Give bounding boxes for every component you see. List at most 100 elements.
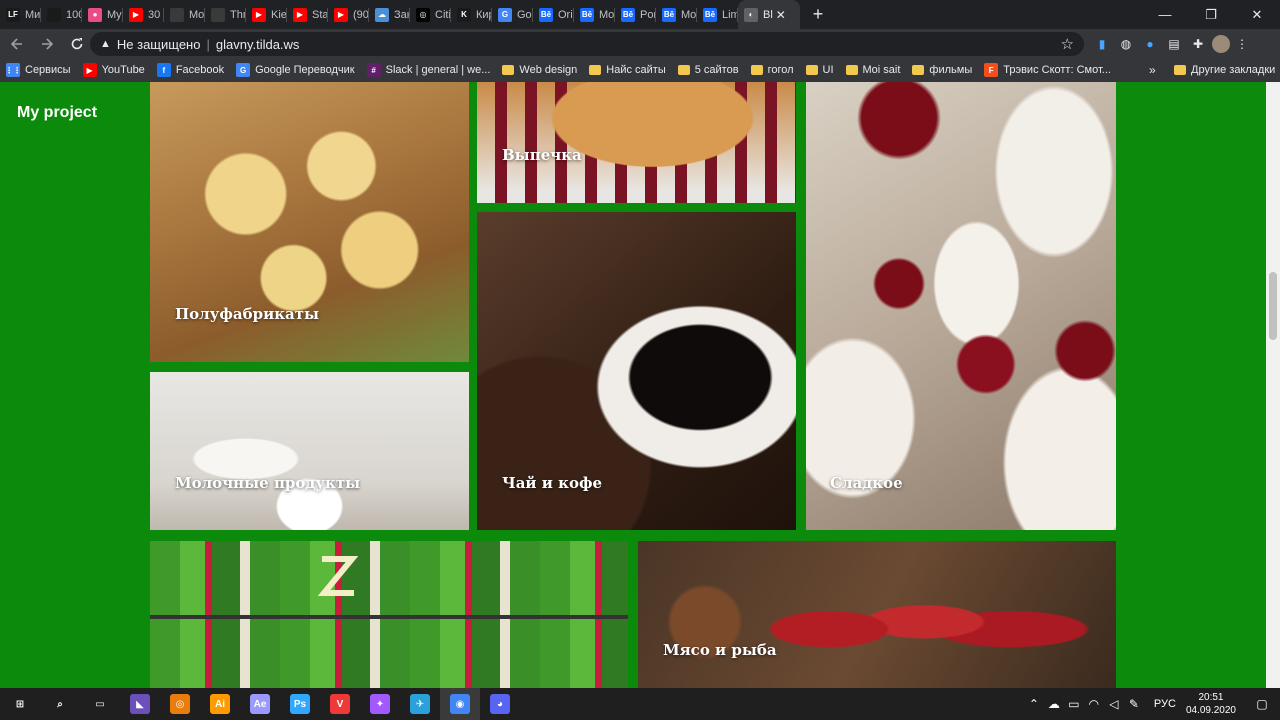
tab-title: Lime xyxy=(722,8,738,21)
bookmark-item[interactable]: гогол xyxy=(745,58,800,82)
bookmark-item[interactable]: F Трэвис Скотт: Смот... xyxy=(978,58,1117,82)
browser-tab[interactable]: ▶ 30 Sn xyxy=(123,0,164,29)
notifications-icon[interactable]: ▢ xyxy=(1244,697,1280,711)
new-tab-button[interactable]: + xyxy=(804,0,832,29)
taskbar-search-button[interactable]: ⌕ xyxy=(40,688,80,720)
profile-avatar[interactable] xyxy=(1212,35,1230,53)
browser-tab[interactable]: Threa xyxy=(205,0,246,29)
browser-tab[interactable]: ◐ Bl ✕ xyxy=(738,0,800,29)
minimize-button[interactable]: — xyxy=(1142,0,1188,29)
back-button[interactable] xyxy=(4,31,30,57)
back-arrow-icon xyxy=(10,37,22,50)
folder-icon xyxy=(1174,65,1186,75)
taskbar-blender-button[interactable]: ◎ xyxy=(160,688,200,720)
bookmark-label: Трэвис Скотт: Смот... xyxy=(1003,64,1111,76)
close-tab-icon[interactable]: ✕ xyxy=(776,8,786,22)
bookmarks-more-button[interactable]: » xyxy=(1143,58,1162,82)
bookmark-star-icon[interactable]: ☆ xyxy=(1061,35,1074,53)
folder-icon xyxy=(589,65,602,75)
browser-tab[interactable]: ● Myse xyxy=(82,0,123,29)
taskbar-discord-button[interactable]: ◕ xyxy=(480,688,520,720)
taskbar-telegram-button[interactable]: ✈ xyxy=(400,688,440,720)
tab-favicon-icon xyxy=(170,7,184,22)
taskbar-photoshop-button[interactable]: Ps xyxy=(280,688,320,720)
clock[interactable]: 20:51 04.09.2020 xyxy=(1186,691,1236,717)
browser-tab[interactable]: 100 р xyxy=(41,0,82,29)
reload-button[interactable] xyxy=(64,31,90,57)
battery-icon[interactable]: ▭ xyxy=(1064,697,1084,711)
taskbar-task-view-button[interactable]: ▭ xyxy=(80,688,120,720)
volume-icon[interactable]: ◁ xyxy=(1104,697,1124,711)
bookmark-label: фильмы xyxy=(929,64,973,76)
chevron-up-icon[interactable]: ⌃ xyxy=(1024,697,1044,711)
site-logo[interactable]: My project xyxy=(17,104,97,122)
browser-tab[interactable]: K Кири xyxy=(451,0,492,29)
category-tile-dumplings[interactable]: Полуфабрикаты xyxy=(150,82,469,362)
tab-title: Mobi xyxy=(681,8,697,21)
bookmark-item[interactable]: G Google Переводчик xyxy=(230,58,361,82)
bookmark-item[interactable]: фильмы xyxy=(906,58,978,82)
category-tile-pie[interactable]: Выпечка xyxy=(477,82,796,203)
browser-tab[interactable]: ◎ Citize xyxy=(410,0,451,29)
browser-tab[interactable]: ▶ Stay I xyxy=(287,0,328,29)
browser-tab[interactable]: ☁ Заня xyxy=(369,0,410,29)
other-bookmarks-folder[interactable]: Другие закладки xyxy=(1168,58,1280,82)
maximize-button[interactable]: ❐ xyxy=(1188,0,1234,29)
category-tile-meat[interactable]: Мясо и рыба xyxy=(638,541,1116,688)
browser-tab[interactable]: Bē Pomo xyxy=(615,0,656,29)
bookmark-item[interactable]: ⋮⋮ Сервисы xyxy=(0,58,77,82)
puzzle-icon[interactable]: ✚ xyxy=(1186,32,1210,56)
browser-tab[interactable]: G Goog xyxy=(492,0,533,29)
windows-start-icon: ⊞ xyxy=(15,698,25,710)
bookmark-item[interactable]: Moi sait xyxy=(840,58,907,82)
globe-icon[interactable]: ◍ xyxy=(1114,32,1138,56)
bookmark-label: Сервисы xyxy=(25,64,71,76)
page-scrollbar[interactable] xyxy=(1266,82,1280,688)
browser-tab[interactable]: ▶ Kiesz xyxy=(246,0,287,29)
taskbar-windows-start-button[interactable]: ⊞ xyxy=(0,688,40,720)
category-label: Выпечка xyxy=(502,146,582,164)
browser-tab[interactable]: Bē Movi xyxy=(574,0,615,29)
browser-tab[interactable]: Mobi xyxy=(164,0,205,29)
extension-search-icon[interactable]: ● xyxy=(1138,32,1162,56)
category-tile-milk[interactable]: Молочные продукты xyxy=(150,372,469,530)
taskbar-vivaldi-button[interactable]: V xyxy=(320,688,360,720)
language-indicator[interactable]: РУС xyxy=(1154,698,1176,710)
browser-tab[interactable]: Bē Mobi xyxy=(656,0,697,29)
category-tile-sweet[interactable]: Сладкое xyxy=(806,82,1116,530)
category-tile-coffee[interactable]: Чай и кофе xyxy=(477,212,796,530)
taskbar-figma-button[interactable]: ✦ xyxy=(360,688,400,720)
bookmark-item[interactable]: f Facebook xyxy=(151,58,230,82)
close-window-button[interactable]: ✕ xyxy=(1234,0,1280,29)
bookmark-item[interactable]: ▶ YouTube xyxy=(77,58,151,82)
security-status[interactable]: Не защищено xyxy=(117,37,201,52)
forward-button[interactable] xyxy=(34,31,60,57)
wifi-icon[interactable]: ◠ xyxy=(1084,697,1104,711)
extension-blue-icon[interactable]: ▮ xyxy=(1090,32,1114,56)
pen-icon[interactable]: ✎ xyxy=(1124,697,1144,711)
bookmark-item[interactable]: Найс сайты xyxy=(583,58,671,82)
translate-icon: G xyxy=(236,63,251,77)
browser-tab[interactable]: ▶ (90) / xyxy=(328,0,369,29)
address-bar[interactable]: ▲ Не защищено | glavny.tilda.ws ☆ xyxy=(90,32,1084,56)
url-text[interactable]: glavny.tilda.ws xyxy=(216,37,300,52)
taskbar-after-effects-button[interactable]: Ae xyxy=(240,688,280,720)
warning-icon[interactable]: ▲ xyxy=(100,38,111,50)
blender-icon: ◎ xyxy=(170,694,190,714)
taskbar-illustrator-button[interactable]: Ai xyxy=(200,688,240,720)
bookmark-item[interactable]: # Slack | general | we... xyxy=(361,58,497,82)
category-tile-vegetables[interactable] xyxy=(150,541,628,688)
taskbar-chrome-button[interactable]: ◉ xyxy=(440,688,480,720)
bookmark-item[interactable]: UI xyxy=(800,58,840,82)
bookmark-item[interactable]: Web design xyxy=(496,58,583,82)
menu-kebab-icon[interactable]: ⋮ xyxy=(1230,32,1254,56)
taskbar-app-purple-button[interactable]: ◣ xyxy=(120,688,160,720)
tab-title: Ori D xyxy=(558,8,574,21)
scrollbar-thumb[interactable] xyxy=(1269,272,1277,340)
bookmark-item[interactable]: 5 сайтов xyxy=(672,58,745,82)
extension-doc-icon[interactable]: ▤ xyxy=(1162,32,1186,56)
cloud-icon[interactable]: ☁ xyxy=(1044,697,1064,711)
browser-tab[interactable]: LF Мист xyxy=(0,0,41,29)
browser-tab[interactable]: Bē Ori D xyxy=(533,0,574,29)
browser-tab[interactable]: Bē Lime xyxy=(697,0,738,29)
